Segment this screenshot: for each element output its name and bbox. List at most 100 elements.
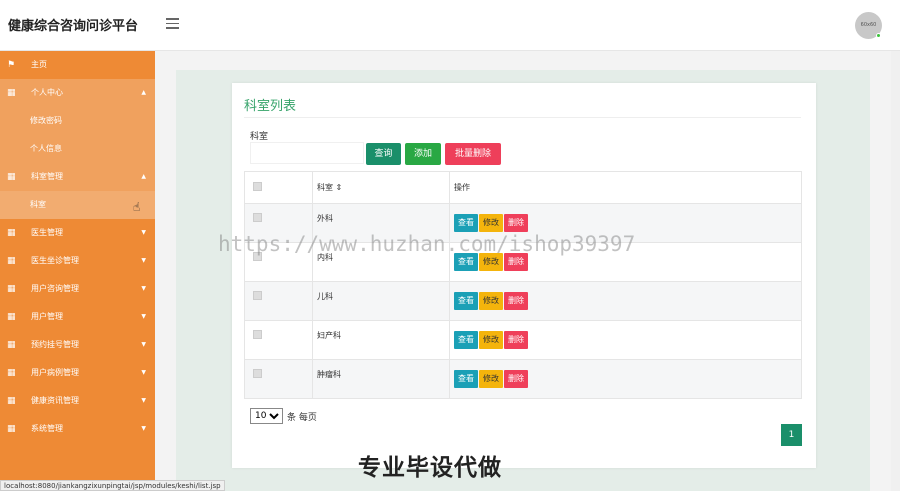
chevron-down-icon: ▼ [141, 229, 146, 236]
dept-list-card: 科室列表 科室 查询 添加 批量删除 科室 ⇕ 操作 外科 查看 修改 删除 内科 [232, 83, 816, 468]
grid-icon: ▦ [7, 256, 16, 266]
grid-icon: ▦ [7, 312, 16, 322]
delete-button[interactable]: 删除 [504, 331, 528, 349]
sidebar-item-label: 个人信息 [30, 144, 62, 153]
sidebar-item-label: 健康资讯管理 [31, 396, 79, 405]
chevron-up-icon: ▲ [141, 173, 146, 180]
search-input[interactable] [250, 142, 364, 164]
dept-table: 科室 ⇕ 操作 外科 查看 修改 删除 内科 查看 修改 删除 儿科 查看 修改… [244, 171, 802, 399]
divider [244, 117, 801, 118]
delete-button[interactable]: 删除 [504, 292, 528, 310]
query-button[interactable]: 查询 [366, 143, 401, 165]
add-button[interactable]: 添加 [405, 143, 441, 165]
batch-delete-button[interactable]: 批量删除 [445, 143, 501, 165]
view-button[interactable]: 查看 [454, 370, 478, 388]
sidebar-item-label: 用户病例管理 [31, 368, 79, 377]
grid-icon: ▦ [7, 368, 16, 378]
view-button[interactable]: 查看 [454, 292, 478, 310]
chevron-down-icon: ▼ [141, 285, 146, 292]
sidebar-subitem-change-password[interactable]: 修改密码 [0, 107, 155, 135]
hand-cursor-icon: ☝ [133, 200, 141, 214]
actions-cell: 查看 修改 删除 [449, 320, 802, 360]
sidebar-item-personal[interactable]: ▦ 个人中心 ▲ [0, 79, 155, 107]
overlay-banner-text: 专业毕设代做 [358, 455, 502, 481]
sidebar-subitem-dept[interactable]: 科室 [0, 191, 155, 219]
flag-icon: ⚑ [7, 60, 16, 70]
table-row: 儿科 查看 修改 删除 [244, 281, 802, 321]
sidebar-item-label: 修改密码 [30, 116, 62, 125]
row-checkbox[interactable] [253, 329, 262, 339]
online-status-dot [876, 33, 881, 38]
sidebar-item-user[interactable]: ▦ 用户管理 ▼ [0, 303, 155, 331]
dept-name: 儿科 [317, 291, 333, 301]
grid-icon: ▦ [7, 284, 16, 294]
page-size-select[interactable]: 10 [250, 408, 283, 424]
chevron-down-icon: ▼ [141, 397, 146, 404]
top-header: 健康综合咨询问诊平台 60x60 [0, 0, 900, 51]
sidebar-item-label: 用户咨询管理 [31, 284, 79, 293]
sidebar-item-records[interactable]: ▦ 用户病例管理 ▼ [0, 359, 155, 387]
sidebar-item-label: 系统管理 [31, 424, 63, 433]
header-dept[interactable]: 科室 ⇕ [312, 171, 450, 204]
chevron-down-icon: ▼ [141, 341, 146, 348]
actions-cell: 查看 修改 删除 [449, 281, 802, 321]
sidebar-item-system[interactable]: ▦ 系统管理 ▼ [0, 415, 155, 443]
browser-status-bar: localhost:8080/jiankangzixunpingtai/jsp/… [0, 480, 225, 491]
menu-toggle-icon[interactable] [166, 18, 179, 30]
page-scrollbar[interactable] [891, 51, 900, 491]
chevron-down-icon: ▼ [141, 257, 146, 264]
edit-button[interactable]: 修改 [479, 370, 503, 388]
view-button[interactable]: 查看 [454, 214, 478, 232]
sidebar-item-label: 科室 [30, 200, 46, 209]
actions-cell: 查看 修改 删除 [449, 359, 802, 399]
sidebar-item-label: 个人中心 [31, 88, 63, 97]
page-number-button[interactable]: 1 [781, 424, 802, 446]
sidebar-item-consult[interactable]: ▦ 用户咨询管理 ▼ [0, 275, 155, 303]
row-checkbox[interactable] [253, 290, 262, 300]
grid-icon: ▦ [7, 424, 16, 434]
view-button[interactable]: 查看 [454, 331, 478, 349]
delete-button[interactable]: 删除 [504, 370, 528, 388]
search-label: 科室 [250, 132, 269, 142]
grid-icon: ▦ [7, 172, 16, 182]
dept-name: 肿瘤科 [317, 369, 341, 379]
grid-icon: ▦ [7, 340, 16, 350]
row-checkbox[interactable] [253, 368, 262, 378]
sidebar-item-dept[interactable]: ▦ 科室管理 ▲ [0, 163, 155, 191]
row-checkbox-cell [244, 359, 313, 399]
table-row: 肿瘤科 查看 修改 删除 [244, 359, 802, 399]
grid-icon: ▦ [7, 88, 16, 98]
row-checkbox-cell [244, 320, 313, 360]
delete-button[interactable]: 删除 [504, 214, 528, 232]
sidebar-item-booking[interactable]: ▦ 预约挂号管理 ▼ [0, 331, 155, 359]
table-header-row: 科室 ⇕ 操作 [244, 171, 802, 204]
watermark-text: https://www.huzhan.com/ishop39397 [218, 232, 636, 256]
row-checkbox-cell [244, 281, 313, 321]
edit-button[interactable]: 修改 [479, 292, 503, 310]
sidebar-item-label: 科室管理 [31, 172, 63, 181]
dept-name-cell: 儿科 [312, 281, 450, 321]
edit-button[interactable]: 修改 [479, 331, 503, 349]
sidebar-item-home[interactable]: ⚑ 主页 [0, 51, 155, 79]
select-all-checkbox[interactable] [253, 182, 262, 191]
dept-name-cell: 肿瘤科 [312, 359, 450, 399]
dept-name-cell: 妇产科 [312, 320, 450, 360]
page-size-label: 条 每页 [287, 413, 317, 423]
sidebar-item-label: 主页 [31, 60, 47, 69]
sidebar-item-news[interactable]: ▦ 健康资讯管理 ▼ [0, 387, 155, 415]
header-checkbox-cell [244, 171, 313, 204]
dept-name: 外科 [317, 213, 333, 223]
sidebar-item-doctor-duty[interactable]: ▦ 医生坐诊管理 ▼ [0, 247, 155, 275]
sidebar-item-label: 医生管理 [31, 228, 63, 237]
sidebar-subitem-personal-info[interactable]: 个人信息 [0, 135, 155, 163]
chevron-down-icon: ▼ [141, 425, 146, 432]
chevron-down-icon: ▼ [141, 313, 146, 320]
table-row: 妇产科 查看 修改 删除 [244, 320, 802, 360]
sidebar-item-label: 用户管理 [31, 312, 63, 321]
chevron-down-icon: ▼ [141, 369, 146, 376]
sidebar-item-doctor[interactable]: ▦ 医生管理 ▼ [0, 219, 155, 247]
chevron-up-icon: ▲ [141, 89, 146, 96]
sidebar-item-label: 预约挂号管理 [31, 340, 79, 349]
row-checkbox[interactable] [253, 212, 262, 222]
edit-button[interactable]: 修改 [479, 214, 503, 232]
